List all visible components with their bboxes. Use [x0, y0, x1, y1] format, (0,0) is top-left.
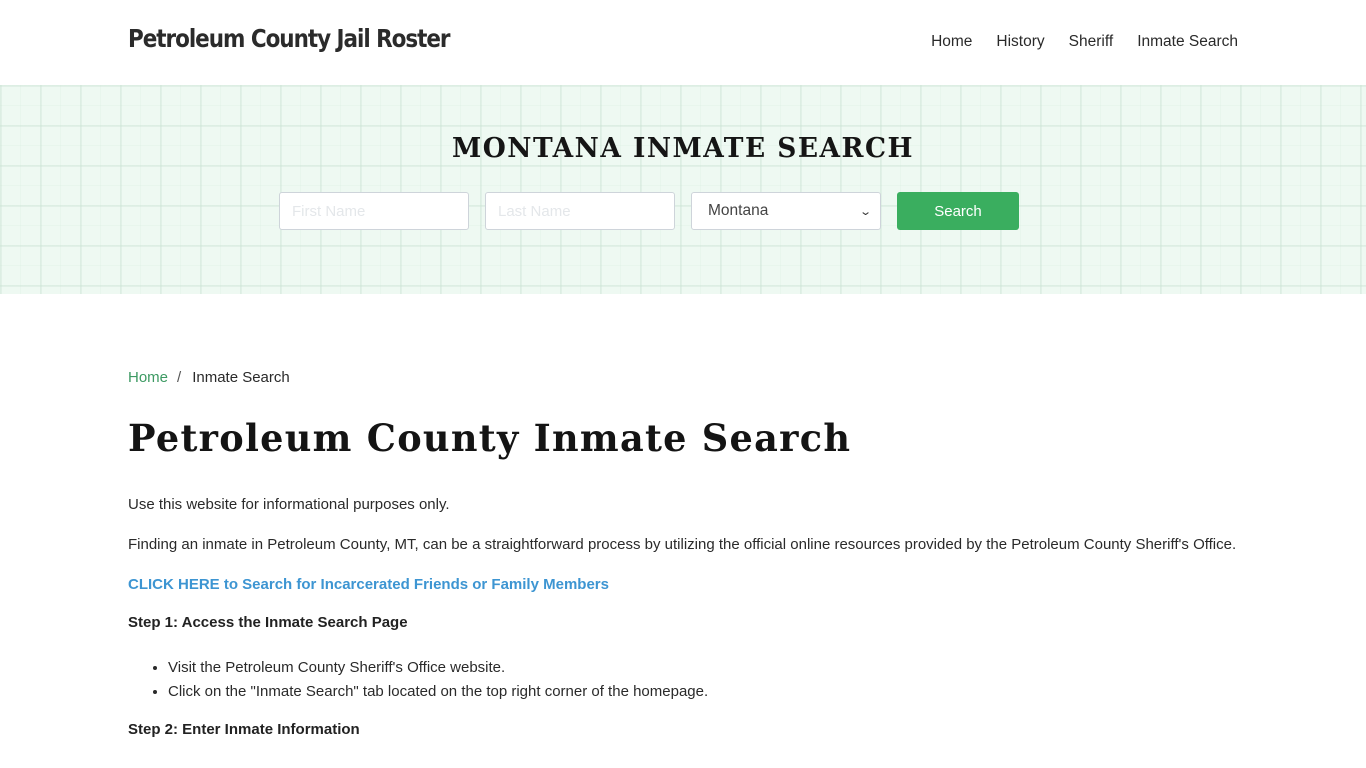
- description-paragraph: Finding an inmate in Petroleum County, M…: [128, 536, 1237, 553]
- inmate-search-form: Montana ⌄ Search: [279, 192, 1019, 230]
- list-item: Visit the Petroleum County Sheriff's Off…: [168, 656, 1238, 680]
- breadcrumb-home[interactable]: Home: [128, 369, 168, 386]
- hero-title: MONTANA INMATE SEARCH: [452, 133, 914, 164]
- search-button[interactable]: Search: [897, 192, 1019, 230]
- chevron-down-icon: ⌄: [858, 205, 872, 218]
- last-name-input[interactable]: [485, 192, 675, 230]
- first-name-input[interactable]: [279, 192, 469, 230]
- search-hero: MONTANA INMATE SEARCH Montana ⌄ Search: [0, 85, 1366, 294]
- list-item: Click on the "Inmate Search" tab located…: [168, 680, 1238, 704]
- step1-list: Visit the Petroleum County Sheriff's Off…: [168, 656, 1238, 704]
- nav-link-inmate-search[interactable]: Inmate Search: [1137, 33, 1238, 51]
- nav-link-sheriff[interactable]: Sheriff: [1069, 33, 1114, 51]
- breadcrumb-separator: /: [177, 369, 182, 386]
- site-brand[interactable]: Petroleum County Jail Roster: [128, 24, 451, 53]
- step1-heading: Step 1: Access the Inmate Search Page: [128, 614, 408, 631]
- main-content: Home / Inmate Search Petroleum County In…: [128, 294, 1238, 742]
- page-title: Petroleum County Inmate Search: [128, 416, 852, 460]
- nav-link-history[interactable]: History: [996, 33, 1044, 51]
- intro-text: Use this website for informational purpo…: [128, 496, 450, 513]
- navbar: Petroleum County Jail Roster Home Histor…: [0, 0, 1366, 85]
- nav-links: Home History Sheriff Inmate Search: [931, 33, 1238, 51]
- search-cta-link[interactable]: CLICK HERE to Search for Incarcerated Fr…: [128, 573, 1238, 597]
- step2-heading: Step 2: Enter Inmate Information: [128, 721, 360, 738]
- nav-link-home[interactable]: Home: [931, 33, 972, 51]
- state-select-value: Montana: [708, 202, 769, 219]
- breadcrumb-current: Inmate Search: [192, 369, 290, 386]
- state-select[interactable]: Montana ⌄: [691, 192, 881, 230]
- breadcrumb: Home / Inmate Search: [128, 369, 1238, 386]
